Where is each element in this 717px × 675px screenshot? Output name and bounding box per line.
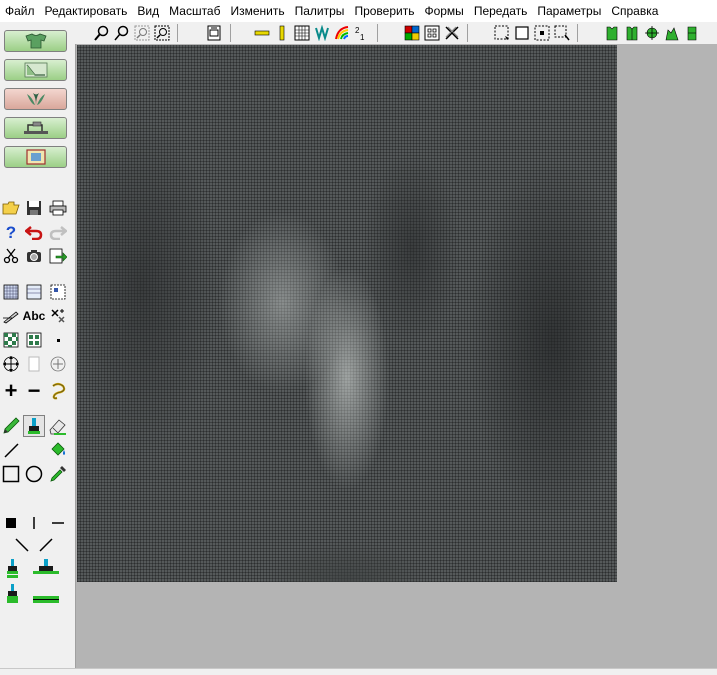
text-tool[interactable]: Abc xyxy=(23,305,46,327)
symmetry-mode-button[interactable] xyxy=(4,88,67,110)
checker-pattern-icon[interactable] xyxy=(0,329,22,351)
grid-dotted-icon[interactable] xyxy=(47,281,69,303)
garment-icon xyxy=(24,33,47,49)
redo-icon[interactable] xyxy=(47,221,69,243)
design-preview-4-icon[interactable] xyxy=(663,24,681,42)
copy-icon[interactable] xyxy=(23,245,45,267)
square-point-icon[interactable] xyxy=(0,512,22,534)
select-rectangle-icon[interactable] xyxy=(493,24,511,42)
pencil-line-icon[interactable] xyxy=(0,305,22,327)
help-icon[interactable]: ? xyxy=(0,221,22,243)
rotate-arrows-icon[interactable] xyxy=(47,353,69,375)
line-tool-icon[interactable] xyxy=(0,439,22,461)
zoom-fit-icon[interactable] xyxy=(153,24,171,42)
lasso-icon[interactable] xyxy=(47,380,69,402)
brush-wide-icon[interactable] xyxy=(28,582,64,606)
move-arrows-icon[interactable] xyxy=(0,353,22,375)
menu-file[interactable]: Файл xyxy=(0,0,40,22)
zoom-region-icon[interactable] xyxy=(133,24,151,42)
canvas-area[interactable] xyxy=(75,44,717,668)
design-preview-3-icon[interactable] xyxy=(643,24,661,42)
eraser-icon[interactable] xyxy=(47,415,69,437)
stitch-view-icon[interactable] xyxy=(313,24,331,42)
zoom-out-icon[interactable] xyxy=(113,24,131,42)
dot-tool-icon[interactable] xyxy=(47,329,69,351)
menu-transfer[interactable]: Передать xyxy=(469,0,533,22)
zoom-minus-button[interactable]: − xyxy=(23,380,45,402)
design-preview-5-icon[interactable] xyxy=(683,24,701,42)
ruler-vertical-icon[interactable] xyxy=(273,24,291,42)
eyedropper-icon[interactable] xyxy=(47,463,69,485)
horizontal-stitch-icon[interactable] xyxy=(47,512,69,534)
cross-stitch-icon[interactable] xyxy=(47,305,69,327)
zoom-in-icon[interactable] xyxy=(93,24,111,42)
cut-icon[interactable] xyxy=(0,245,22,267)
open-file-icon[interactable] xyxy=(0,197,22,219)
select-all-icon[interactable] xyxy=(513,24,531,42)
save-file-icon[interactable] xyxy=(23,197,45,219)
pattern-grid-image[interactable] xyxy=(77,45,617,582)
paste-icon[interactable] xyxy=(47,245,69,267)
menu-check[interactable]: Проверить xyxy=(349,0,419,22)
menu-bar: Файл Редактировать Вид Масштаб Изменить … xyxy=(0,0,717,22)
left-tool-panel: ? Abc + − xyxy=(0,22,75,668)
print-icon[interactable] xyxy=(47,197,69,219)
ellipse-tool-icon[interactable] xyxy=(23,463,45,485)
select-freeform-icon[interactable] xyxy=(553,24,571,42)
ruler-horizontal-icon[interactable] xyxy=(253,24,271,42)
chart-icon xyxy=(24,62,47,78)
frame-icon xyxy=(25,149,46,165)
menu-help[interactable]: Справка xyxy=(606,0,663,22)
frame-mode-button[interactable] xyxy=(4,146,67,168)
grid-outline-icon[interactable] xyxy=(23,281,45,303)
diagonal-down-stitch-icon[interactable] xyxy=(11,534,33,556)
design-preview-1-icon[interactable] xyxy=(603,24,621,42)
select-center-icon[interactable] xyxy=(533,24,551,42)
page-disabled-icon[interactable] xyxy=(23,353,45,375)
brush-tall-icon[interactable] xyxy=(2,582,24,606)
palette-view-icon[interactable] xyxy=(403,24,421,42)
tile-pattern-icon[interactable] xyxy=(23,329,45,351)
grid-icon[interactable] xyxy=(293,24,311,42)
vertical-stitch-icon[interactable] xyxy=(23,512,45,534)
menu-zoom[interactable]: Масштаб xyxy=(164,0,225,22)
pencil-icon[interactable] xyxy=(0,415,22,437)
rectangle-tool-icon[interactable] xyxy=(0,463,22,485)
undo-icon[interactable] xyxy=(23,221,45,243)
menu-modify[interactable]: Изменить xyxy=(225,0,289,22)
design-preview-2-icon[interactable] xyxy=(623,24,641,42)
menu-shapes[interactable]: Формы xyxy=(419,0,468,22)
zoom-plus-button[interactable]: + xyxy=(0,380,22,402)
menu-settings[interactable]: Параметры xyxy=(532,0,606,22)
palette-rainbow-icon[interactable] xyxy=(333,24,351,42)
brush-medium-icon[interactable] xyxy=(28,557,64,581)
garment-mode-button[interactable] xyxy=(4,30,67,52)
sewing-machine-mode-button[interactable] xyxy=(4,117,67,139)
menu-edit[interactable]: Редактировать xyxy=(40,0,133,22)
symmetry-icon xyxy=(26,93,45,105)
brush-icon[interactable] xyxy=(23,415,45,437)
thread-symbols-icon[interactable] xyxy=(423,24,441,42)
grid-pattern-icon[interactable] xyxy=(0,281,22,303)
fill-bucket-icon[interactable] xyxy=(47,439,69,461)
menu-palettes[interactable]: Палитры xyxy=(290,0,350,22)
brush-small-icon[interactable] xyxy=(2,557,24,581)
print-preview-icon[interactable] xyxy=(205,24,223,42)
sewing-machine-icon xyxy=(23,121,48,134)
chart-mode-button[interactable] xyxy=(4,59,67,81)
menu-view[interactable]: Вид xyxy=(132,0,164,22)
needle-cross-icon[interactable] xyxy=(443,24,461,42)
main-toolbar: 21 xyxy=(75,22,717,44)
diagonal-up-stitch-icon[interactable] xyxy=(35,534,57,556)
color-count-icon[interactable]: 21 xyxy=(353,24,371,42)
svg-text:1: 1 xyxy=(360,33,365,41)
